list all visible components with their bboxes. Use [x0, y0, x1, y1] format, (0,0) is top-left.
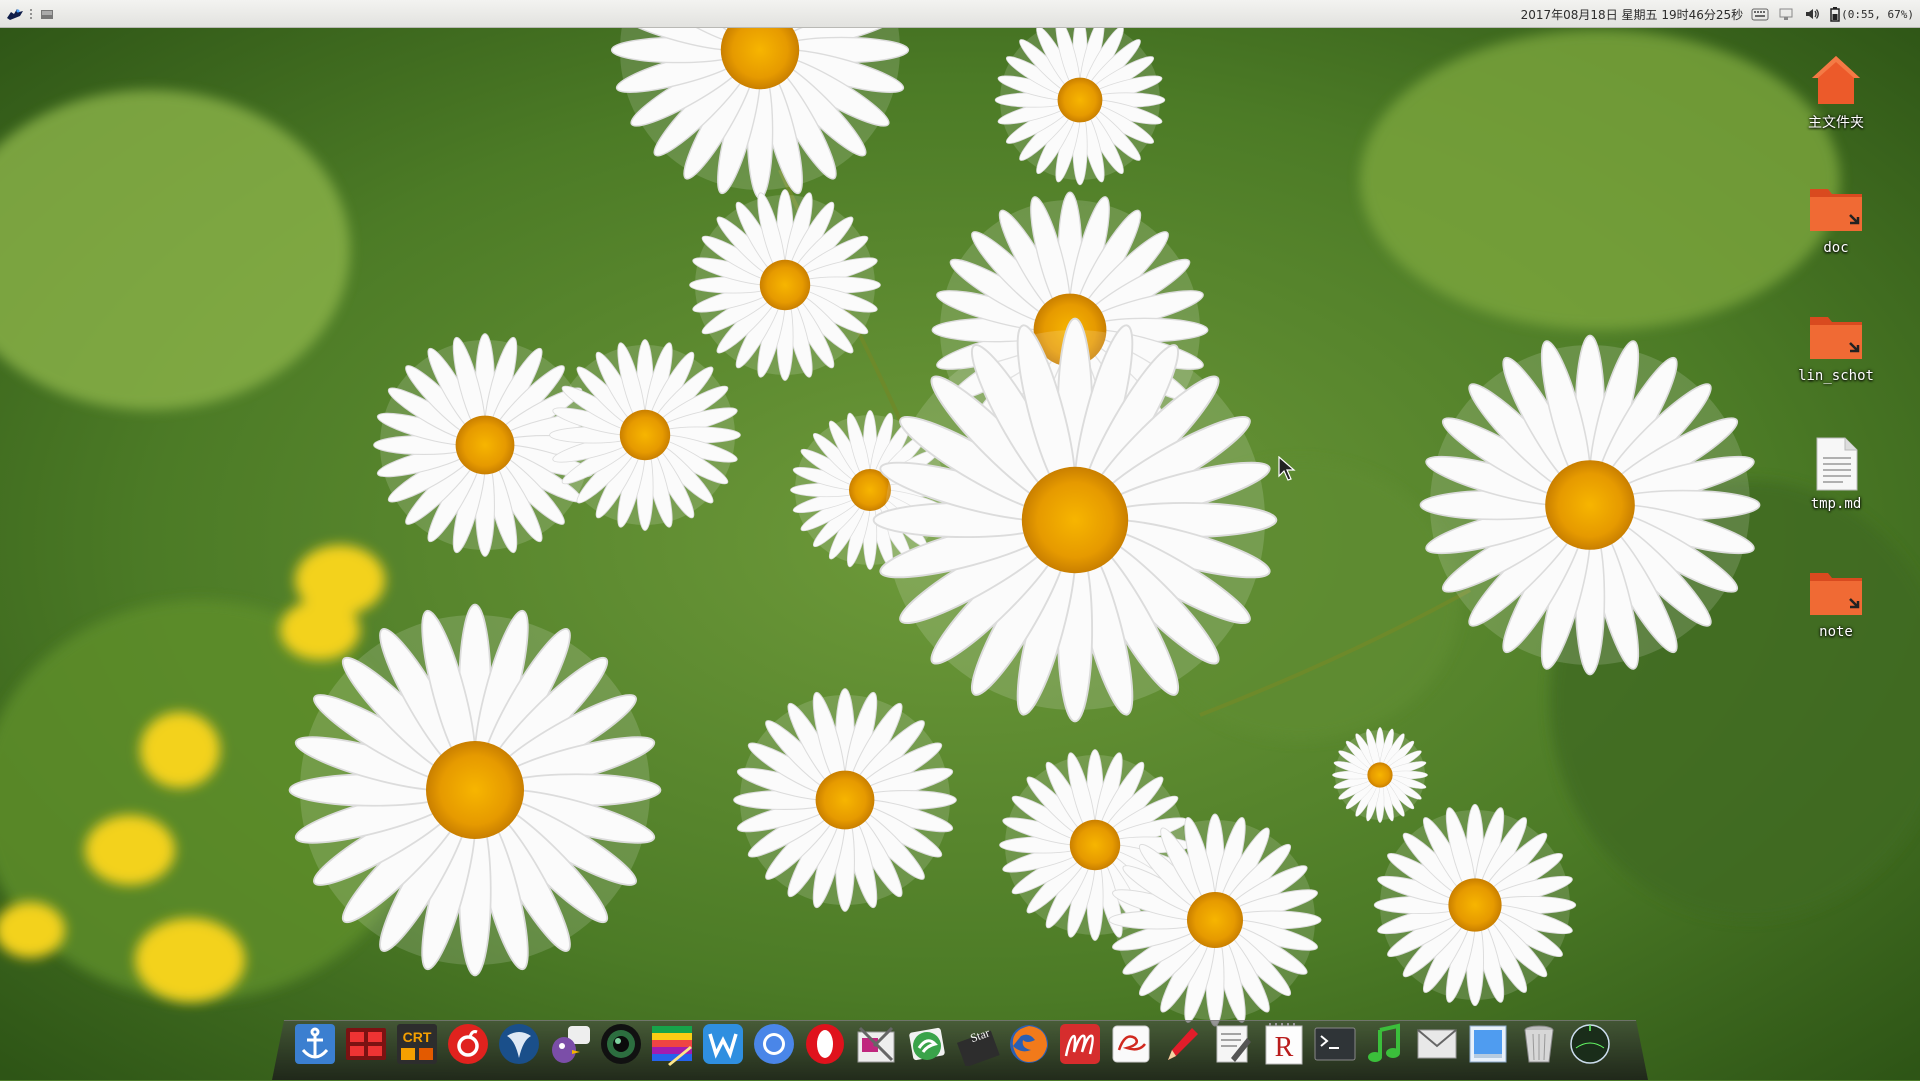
music-player-icon — [1367, 1023, 1400, 1062]
trash-icon — [1524, 1025, 1553, 1063]
netease-music-icon — [447, 1024, 488, 1064]
desktop-icon-label: note — [1819, 624, 1853, 640]
folder-link-icon — [1806, 306, 1866, 366]
show-desktop-icon[interactable] — [38, 5, 56, 23]
dock-item-anchor[interactable] — [292, 1022, 337, 1067]
text-file-icon — [1806, 434, 1866, 494]
dock-item-mail[interactable] — [1414, 1022, 1459, 1067]
desktop-icon-note[interactable]: note — [1786, 562, 1886, 640]
chromium-icon — [753, 1024, 794, 1064]
wireshark-icon — [498, 1024, 539, 1064]
folder-link-icon — [1806, 562, 1866, 622]
panel-separator-icon — [28, 5, 34, 23]
pen-tool-icon — [1167, 1028, 1198, 1060]
dock-item-firefox[interactable] — [1006, 1022, 1051, 1067]
text-editor-icon — [1216, 1025, 1251, 1063]
desktop-icon-label: tmp.md — [1810, 496, 1862, 512]
dock-item-system-monitor[interactable] — [1567, 1022, 1612, 1067]
dock-item-terminal[interactable] — [1312, 1022, 1357, 1067]
desktop-icon-label: doc — [1823, 240, 1849, 256]
desktop-icon-home[interactable]: 主文件夹 — [1786, 50, 1886, 132]
dock-item-stardict[interactable]: Star — [955, 1022, 1000, 1067]
mouse-pointer-icon — [1278, 456, 1296, 481]
anchor-icon — [294, 1024, 335, 1064]
wps-writer-icon — [702, 1024, 743, 1064]
red-grid-app-icon — [345, 1028, 386, 1060]
dock-item-markdown-editor[interactable] — [1057, 1022, 1102, 1067]
color-palette-icon — [651, 1026, 692, 1066]
folder-link-icon — [1806, 178, 1866, 238]
terminal-icon — [1314, 1027, 1355, 1061]
dock-item-wireshark[interactable] — [496, 1022, 541, 1067]
desktop-wallpaper — [0, 0, 1920, 1080]
opera-icon — [805, 1024, 844, 1064]
dock-item-chromium[interactable] — [751, 1022, 796, 1067]
dock-item-file-manager[interactable] — [1465, 1022, 1510, 1067]
svg-text:CRT: CRT — [402, 1029, 431, 1045]
mail-icon — [1416, 1029, 1457, 1059]
dock-item-securecrt[interactable]: CRT — [394, 1022, 439, 1067]
pidgin-icon — [551, 1026, 590, 1063]
dock-item-wps-writer[interactable] — [700, 1022, 745, 1067]
system-monitor-icon — [1569, 1024, 1610, 1064]
dock-item-evolution[interactable] — [904, 1022, 949, 1067]
desktop-icon-lin-schot[interactable]: lin_schot — [1786, 306, 1886, 384]
dock-item-signature-editor[interactable] — [1108, 1022, 1153, 1067]
camera-lens-icon — [600, 1024, 641, 1064]
panel-left-area — [6, 3, 56, 25]
dock-item-rstudio[interactable]: R — [1261, 1022, 1306, 1067]
app-menu-icon[interactable] — [6, 5, 24, 23]
dock-item-screenshot-tool[interactable] — [853, 1022, 898, 1067]
volume-icon[interactable] — [1803, 5, 1821, 23]
desktop-icon-tmp-md[interactable]: tmp.md — [1786, 434, 1886, 512]
securecrt-icon: CRT — [396, 1024, 437, 1064]
desktop-icon-label: 主文件夹 — [1808, 115, 1864, 131]
dock-item-pen-tool[interactable] — [1159, 1022, 1204, 1067]
battery-status[interactable]: (0:55, 67%) — [1841, 8, 1914, 21]
desktop-icon-label: lin_schot — [1798, 368, 1874, 384]
signature-editor-icon — [1112, 1025, 1149, 1063]
rstudio-icon: R — [1265, 1023, 1302, 1065]
desktop-icon-doc[interactable]: doc — [1786, 178, 1886, 256]
svg-text:R: R — [1274, 1032, 1293, 1063]
stardict-icon: Star — [956, 1025, 1000, 1066]
dock-item-music-player[interactable] — [1363, 1022, 1408, 1067]
clock-datetime[interactable]: 2017年08月18日 星期五 19时46分25秒 — [1521, 6, 1744, 23]
keyboard-icon[interactable] — [1751, 5, 1769, 23]
panel-right-area: 2017年08月18日 星期五 19时46分25秒 (0:55, 67%) — [1521, 3, 1914, 25]
dock-item-red-grid-app[interactable] — [343, 1022, 388, 1067]
dock-item-netease-music[interactable] — [445, 1022, 490, 1067]
screenshot-tool-icon — [857, 1026, 894, 1063]
markdown-editor-icon — [1059, 1024, 1100, 1064]
firefox-icon — [1009, 1025, 1048, 1063]
home-folder-icon — [1806, 50, 1866, 110]
dock-item-text-editor[interactable] — [1210, 1022, 1255, 1067]
top-panel: 2017年08月18日 星期五 19时46分25秒 (0:55, 67%) — [0, 0, 1920, 28]
file-manager-icon — [1469, 1025, 1506, 1063]
dock: CRT Star R — [292, 1020, 1632, 1068]
dock-item-opera[interactable] — [802, 1022, 847, 1067]
dock-item-camera-lens[interactable] — [598, 1022, 643, 1067]
dock-item-color-palette[interactable] — [649, 1022, 694, 1067]
battery-icon[interactable] — [1829, 5, 1841, 23]
evolution-icon — [908, 1027, 945, 1061]
network-icon[interactable] — [1777, 5, 1795, 23]
dock-item-pidgin[interactable] — [547, 1022, 592, 1067]
dock-item-trash[interactable] — [1516, 1022, 1561, 1067]
